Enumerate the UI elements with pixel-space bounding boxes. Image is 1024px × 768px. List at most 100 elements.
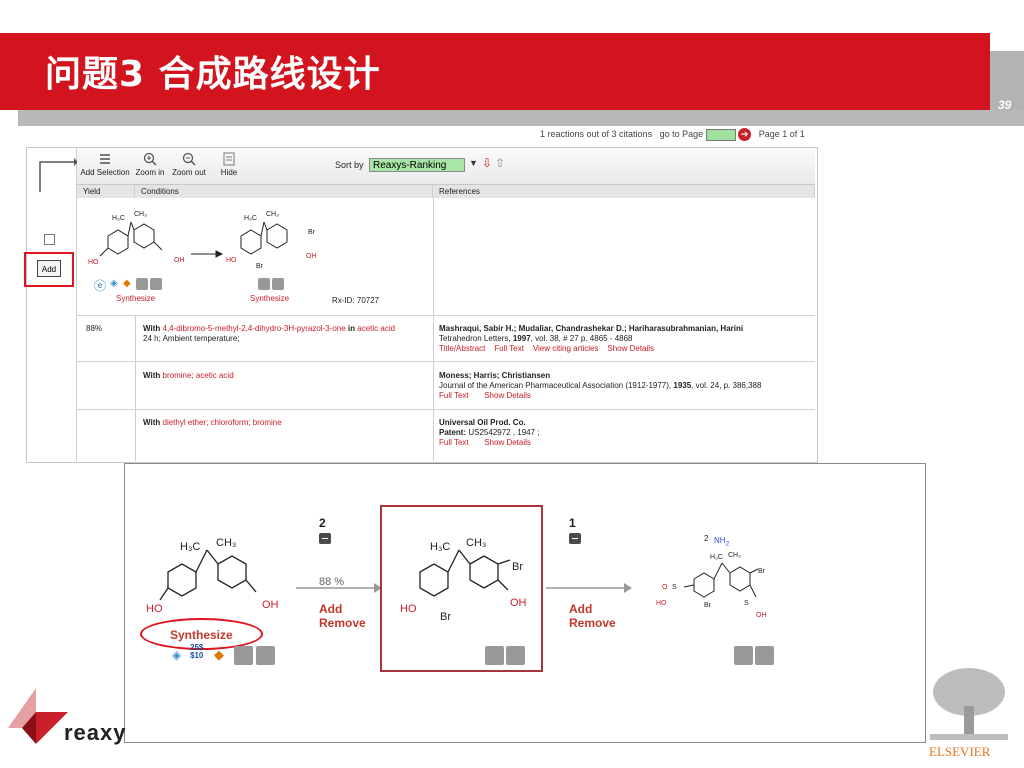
journal: Tetrahedron Letters, — [439, 334, 511, 343]
details-icon[interactable] — [485, 646, 504, 665]
column-yield[interactable]: Yield — [77, 185, 135, 198]
with-label: With — [143, 418, 161, 427]
column-references[interactable]: References — [433, 185, 815, 198]
goto-page-input[interactable] — [705, 128, 736, 141]
authors: Universal Oil Prod. Co. — [439, 418, 526, 427]
conditions-cell: With bromine; acetic acid — [143, 371, 431, 381]
zoom-in-icon — [143, 152, 157, 166]
reagent-count: 2 — [704, 534, 709, 543]
expand-arrow-icon — [39, 158, 78, 192]
sort-by-label: Sort by — [335, 160, 364, 170]
svg-text:OH: OH — [756, 612, 767, 619]
sort-asc-icon[interactable]: ⇧ — [495, 156, 505, 170]
product-structure: H₃C CH₃ BrBr OS HO S OH — [656, 552, 767, 619]
zoom-out-button[interactable]: Zoom out — [170, 152, 208, 177]
collapse-icon[interactable] — [319, 533, 331, 544]
magnify-icon[interactable] — [755, 646, 774, 665]
remove-link[interactable]: Remove — [569, 616, 616, 630]
solvent-link[interactable]: acetic acid — [357, 324, 395, 333]
conditions-cell: With diethyl ether; chloroform; bromine — [143, 418, 431, 428]
svg-text:Br: Br — [440, 611, 451, 623]
price-bottom: $10 — [190, 651, 204, 660]
ie-icon[interactable]: ⓔ — [94, 277, 106, 294]
full-text-link[interactable]: Full Text — [439, 391, 469, 400]
remove-link[interactable]: Remove — [319, 616, 366, 630]
full-text-link[interactable]: Full Text — [494, 344, 524, 353]
results-toolbar: Add Selection Zoom in Zoom out Hide Sort… — [77, 148, 815, 185]
svg-text:HO: HO — [88, 259, 99, 266]
synthesize-link-left[interactable]: Synthesize — [116, 294, 155, 304]
synthesize-link-right[interactable]: Synthesize — [250, 294, 289, 304]
price-icon[interactable]: 25$ $10 — [190, 644, 203, 660]
conditions-cell: With 4,4-dibromo-5-methyl-2,4-dihydro-3H… — [143, 324, 431, 344]
hazard-icon[interactable]: ◆ — [214, 647, 224, 663]
zoom-in-button[interactable]: Zoom in — [133, 152, 167, 177]
svg-text:Br: Br — [256, 263, 264, 270]
collapse-icon[interactable] — [569, 533, 581, 544]
reagent-link[interactable]: 4,4-dibromo-5-methyl-2,4-dihydro-3H-pyra… — [163, 324, 346, 333]
magnify-icon[interactable] — [256, 646, 275, 665]
with-label: With — [143, 371, 161, 380]
show-details-link[interactable]: Show Details — [484, 391, 531, 400]
magnify-icon[interactable] — [506, 646, 525, 665]
column-conditions[interactable]: Conditions — [135, 185, 433, 198]
view-citing-link[interactable]: View citing articles — [533, 344, 599, 353]
reference-cell: Moness; Harris; Christiansen Journal of … — [439, 371, 813, 401]
details-icon[interactable] — [258, 278, 270, 290]
select-checkbox[interactable] — [44, 234, 55, 245]
details-icon[interactable] — [136, 278, 148, 290]
svg-text:OH: OH — [262, 599, 279, 611]
svg-text:H₃C: H₃C — [430, 541, 450, 553]
add-button[interactable]: Add — [37, 260, 61, 277]
svg-text:OH: OH — [174, 257, 185, 264]
add-link[interactable]: Add — [569, 602, 592, 616]
list-icon — [100, 154, 110, 164]
svg-text:HO: HO — [226, 257, 237, 264]
magnify-icon[interactable] — [150, 278, 162, 290]
diamond-icon[interactable]: ◈ — [110, 278, 118, 289]
svg-text:OH: OH — [510, 597, 527, 609]
year: 1935 — [673, 381, 692, 390]
journal: Journal of the American Pharmaceutical A… — [439, 381, 672, 390]
svg-text:HO: HO — [146, 603, 163, 615]
in-label: in — [347, 324, 356, 333]
svg-text:OH: OH — [306, 253, 317, 260]
hide-button[interactable]: Hide — [217, 152, 241, 177]
svg-text:S: S — [744, 600, 749, 607]
svg-text:S: S — [672, 584, 677, 591]
year: 1997 — [512, 334, 531, 343]
details-icon[interactable] — [234, 646, 253, 665]
magnify-icon[interactable] — [272, 278, 284, 290]
svg-text:CH₃: CH₃ — [266, 211, 279, 218]
reagent-link[interactable]: diethyl ether; chloroform; bromine — [163, 418, 282, 427]
full-text-link[interactable]: Full Text — [439, 438, 469, 447]
title-abstract-link[interactable]: Title/Abstract — [439, 344, 485, 353]
elsevier-tree-logo — [930, 668, 1008, 740]
sort-desc-icon[interactable]: ⇩ — [482, 156, 492, 170]
svg-text:CH₃: CH₃ — [466, 537, 486, 549]
svg-text:H₃C: H₃C — [244, 215, 257, 222]
show-details-link[interactable]: Show Details — [484, 438, 531, 447]
add-link[interactable]: Add — [319, 602, 342, 616]
subtitle-bar — [18, 110, 1024, 126]
svg-text:Br: Br — [512, 561, 523, 573]
svg-text:Br: Br — [308, 229, 316, 236]
volume-pages: , vol. 24, p. 386,388 — [691, 381, 762, 390]
chevron-down-icon[interactable]: ▼ — [469, 158, 478, 168]
svg-text:Br: Br — [704, 602, 712, 609]
diamond-icon[interactable]: ◈ — [172, 648, 181, 662]
sort-select[interactable]: Reaxys-Ranking — [369, 158, 465, 172]
hide-label: Hide — [220, 168, 238, 177]
zoom-in-label: Zoom in — [135, 168, 165, 177]
synthesize-link[interactable]: Synthesize — [170, 628, 233, 642]
svg-text:HO: HO — [400, 603, 417, 615]
add-selection-button[interactable]: Add Selection — [80, 152, 130, 177]
svg-text:H₃C: H₃C — [112, 215, 125, 222]
reagent-link[interactable]: bromine; acetic acid — [163, 371, 234, 380]
show-details-link[interactable]: Show Details — [607, 344, 654, 353]
svg-text:H₃C: H₃C — [180, 541, 200, 553]
details-icon[interactable] — [734, 646, 753, 665]
hazard-icon[interactable]: ◆ — [123, 278, 131, 289]
goto-arrow-icon[interactable]: ➔ — [738, 128, 752, 141]
goto-label: go to Page — [659, 128, 704, 139]
